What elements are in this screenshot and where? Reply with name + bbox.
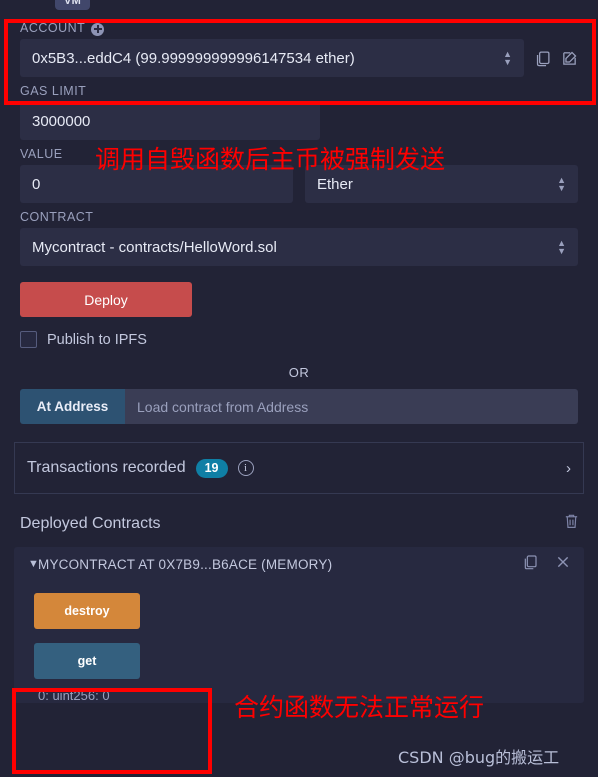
chevron-down-icon[interactable]: ▼ — [28, 558, 39, 570]
vm-badge: VM — [55, 0, 91, 10]
deploy-button[interactable]: Deploy — [20, 282, 192, 317]
account-value: 0x5B3...eddC4 (99.999999999996147534 eth… — [32, 49, 355, 67]
gas-limit-value: 3000000 — [32, 112, 91, 130]
transactions-count-badge: 19 — [195, 458, 228, 478]
close-icon[interactable] — [556, 555, 570, 574]
plus-circle-icon[interactable] — [91, 22, 105, 36]
at-address-button[interactable]: At Address — [20, 389, 125, 424]
account-field-group: ACCOUNT — [0, 14, 598, 39]
copy-icon[interactable] — [522, 554, 538, 575]
deployed-contract-body: destroy get 0: uint256: 0 — [14, 581, 584, 703]
contract-label: CONTRACT — [20, 210, 94, 224]
deployed-contract-header[interactable]: ▼ MYCONTRACT AT 0X7B9...B6ACE (MEMORY) — [14, 547, 584, 581]
value-amount: 0 — [32, 175, 41, 193]
chevron-updown-icon: ▲ ▼ — [503, 49, 512, 67]
function-button-get[interactable]: get — [34, 643, 140, 679]
account-label-row: ACCOUNT — [20, 14, 578, 39]
annotation-note-top: 调用自毁函数后主币被强制发送 — [95, 145, 446, 174]
publish-ipfs-row[interactable]: Publish to IPFS — [0, 317, 598, 348]
trash-icon[interactable] — [563, 512, 580, 535]
contract-value: Mycontract - contracts/HelloWord.sol — [32, 238, 277, 256]
chevron-updown-icon: ▲ ▼ — [557, 175, 566, 193]
transactions-recorded-bar[interactable]: Transactions recorded 19 i › — [14, 442, 584, 494]
chevron-right-icon[interactable]: › — [566, 460, 571, 477]
chevron-updown-icon: ▲ ▼ — [557, 238, 566, 256]
copy-icon[interactable] — [534, 50, 551, 67]
deployed-contract-card: ▼ MYCONTRACT AT 0X7B9...B6ACE (MEMORY) d… — [14, 547, 584, 703]
annotation-note-bottom: 合约函数无法正常运行 — [234, 693, 485, 722]
transactions-recorded-title: Transactions recorded — [27, 459, 186, 476]
publish-ipfs-label: Publish to IPFS — [47, 331, 147, 348]
deployed-contract-actions — [522, 554, 570, 575]
gas-limit-field-group: GAS LIMIT 3000000 — [0, 77, 598, 140]
remix-deploy-run-panel: VM ACCOUNT 0x5B3...eddC4 (99.99999999999… — [0, 0, 598, 777]
watermark: CSDN @bug的搬运工 — [398, 748, 560, 767]
publish-ipfs-checkbox[interactable] — [20, 331, 37, 348]
function-button-destroy[interactable]: destroy — [34, 593, 140, 629]
account-row: 0x5B3...eddC4 (99.999999999996147534 eth… — [0, 39, 598, 77]
gas-limit-label: GAS LIMIT — [20, 84, 87, 98]
value-unit: Ether — [317, 175, 353, 193]
environment-strip: VM — [0, 0, 598, 14]
info-icon[interactable]: i — [237, 460, 254, 476]
gas-limit-input[interactable]: 3000000 — [20, 102, 320, 140]
contract-field-group: CONTRACT Mycontract - contracts/HelloWor… — [0, 203, 598, 266]
edit-icon[interactable] — [561, 50, 578, 67]
deployed-contracts-header: Deployed Contracts — [0, 494, 598, 535]
contract-select[interactable]: Mycontract - contracts/HelloWord.sol ▲ ▼ — [20, 228, 578, 266]
account-select[interactable]: 0x5B3...eddC4 (99.999999999996147534 eth… — [20, 39, 524, 77]
deployed-contract-name: MYCONTRACT AT 0X7B9...B6ACE (MEMORY) — [38, 556, 333, 572]
or-separator: OR — [288, 365, 310, 380]
deployed-contracts-title: Deployed Contracts — [20, 514, 161, 532]
at-address-row: At Address — [20, 389, 578, 424]
at-address-input[interactable] — [125, 389, 578, 424]
account-label: ACCOUNT — [20, 21, 86, 35]
deploy-form: ACCOUNT 0x5B3...eddC4 (99.99999999999614… — [0, 14, 598, 703]
